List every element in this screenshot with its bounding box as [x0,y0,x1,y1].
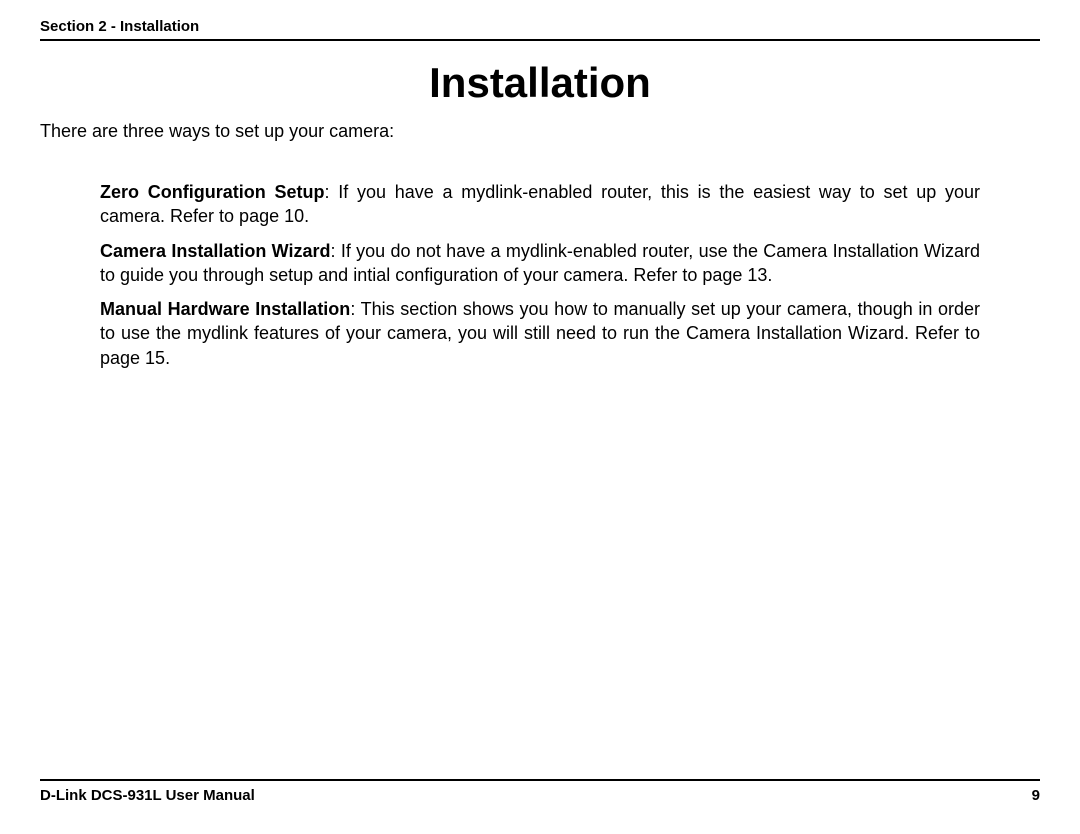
section-header: Section 2 - Installation [40,18,1040,41]
page-footer: D-Link DCS-931L User Manual 9 [40,779,1040,804]
footer-manual-label: D-Link DCS-931L User Manual [40,787,255,804]
methods-block: Zero Configuration Setup: If you have a … [40,180,1040,370]
method-lead: Camera Installation Wizard [100,241,331,261]
page-title: Installation [40,59,1040,107]
intro-text: There are three ways to set up your came… [40,121,1040,142]
manual-page: Section 2 - Installation Installation Th… [0,0,1080,834]
method-lead: Manual Hardware Installation [100,299,350,319]
method-zero-config: Zero Configuration Setup: If you have a … [100,180,980,229]
method-manual: Manual Hardware Installation: This secti… [100,297,980,370]
method-lead: Zero Configuration Setup [100,182,324,202]
method-wizard: Camera Installation Wizard: If you do no… [100,239,980,288]
footer-page-number: 9 [1032,787,1040,804]
